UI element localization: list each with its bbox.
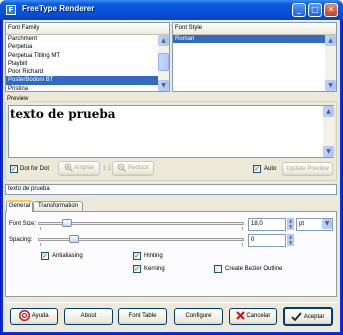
scroll-down-icon[interactable]: ▼	[158, 80, 169, 91]
app-icon: F	[6, 5, 16, 15]
auto-label: Auto	[264, 166, 277, 172]
antialiasing-checkbox[interactable]: ✓	[41, 252, 49, 260]
help-icon	[19, 309, 31, 321]
spacing-label: Spacing:	[9, 237, 33, 243]
hinting-label: Hinting	[144, 253, 163, 259]
scroll-down-icon[interactable]: ▼	[323, 146, 334, 157]
slider-tick	[40, 243, 41, 246]
dot-for-dot-checkbox[interactable]: ✓	[10, 165, 18, 173]
font-style-scrollbar[interactable]: ▲ ▼	[325, 35, 336, 91]
spacing-slider-thumb[interactable]	[69, 235, 80, 243]
tab-transformation[interactable]: Transformation	[33, 201, 83, 211]
accept-button[interactable]: Aceptar	[283, 307, 333, 326]
zoom-out-label: Reducir	[127, 165, 149, 171]
font-size-slider-thumb[interactable]	[61, 219, 72, 227]
font-family-items: Parchment Perpetua Perpetua Titling MT Play…	[6, 35, 169, 91]
zoom-in-button[interactable]: Ampliar	[58, 161, 100, 176]
accept-icon	[291, 312, 303, 321]
font-style-list[interactable]: Font Style Roman	[172, 22, 337, 92]
font-size-label: Font Size:	[9, 221, 37, 227]
list-item[interactable]: Perpetua Titling MT	[6, 52, 169, 60]
zoom-out-button[interactable]: Reducir	[112, 161, 154, 176]
kerning-label: Kerning	[144, 266, 165, 272]
auto-checkbox[interactable]: ✓	[253, 165, 261, 173]
maximize-button[interactable]: □	[308, 3, 322, 17]
scroll-up-icon[interactable]: ▲	[323, 106, 334, 117]
spin-down-icon[interactable]: ▼	[287, 224, 294, 230]
list-item[interactable]: Roman	[173, 35, 336, 44]
list-item[interactable]: Poor Richard	[6, 68, 169, 76]
list-item[interactable]: Perpetua	[6, 43, 169, 51]
window-title: FreeType Renderer	[22, 4, 95, 13]
spacing-spinner[interactable]: ▲ ▼	[287, 234, 294, 246]
help-button[interactable]: Ayuda	[10, 308, 58, 325]
font-size-spinner[interactable]: ▲ ▼	[287, 218, 294, 230]
preview-canvas: texto de prueba	[8, 105, 334, 158]
cancel-label: Cancelar	[246, 313, 271, 319]
hinting-checkbox[interactable]: ✓	[133, 252, 141, 260]
slider-tick	[40, 227, 41, 230]
antialiasing-label: Antialiasing	[52, 253, 83, 259]
slider-tick	[242, 243, 243, 246]
bezier-label: Create Bezier Outline	[225, 266, 283, 272]
kerning-checkbox[interactable]: ✓	[133, 265, 141, 273]
scroll-up-icon[interactable]: ▲	[325, 35, 336, 46]
cancel-button[interactable]: Cancelar	[229, 308, 277, 325]
bezier-checkbox[interactable]	[214, 265, 222, 273]
chevron-down-icon[interactable]: ▼	[322, 219, 332, 229]
tab-general[interactable]: General	[6, 200, 33, 212]
spacing-input[interactable]: 0	[248, 234, 286, 247]
font-size-input[interactable]: 18,0	[248, 218, 286, 231]
list-item[interactable]: PosterBodoni BT	[6, 76, 169, 85]
list-item[interactable]: Playbill	[6, 60, 169, 68]
configure-button[interactable]: Configure	[174, 308, 223, 325]
zoom-in-label: Ampliar	[74, 165, 95, 171]
accept-label: Aceptar	[303, 314, 325, 320]
scroll-thumb[interactable]	[158, 53, 169, 71]
dot-for-dot-label: Dot for Dot	[20, 166, 50, 172]
list-item[interactable]: Pristina	[6, 85, 169, 91]
font-family-scrollbar[interactable]: ▲ ▼	[158, 35, 169, 91]
sample-text-input[interactable]: texto de prueba	[5, 184, 337, 195]
slider-tick	[242, 227, 243, 230]
minimize-button[interactable]: _	[292, 3, 306, 17]
font-style-items: Roman	[173, 35, 336, 44]
font-family-list[interactable]: Font Family Parchment Perpetua Perpetua Ti…	[5, 22, 170, 92]
separator	[5, 302, 337, 303]
font-style-header[interactable]: Font Style	[173, 23, 336, 35]
font-family-header[interactable]: Font Family	[6, 23, 169, 35]
close-button[interactable]: ✕	[324, 3, 338, 17]
zoom-out-icon	[117, 163, 127, 172]
list-item[interactable]: Parchment	[6, 35, 169, 43]
title-bar[interactable]: F FreeType Renderer _ □ ✕	[0, 0, 343, 20]
font-table-button[interactable]: Font Table	[118, 308, 167, 325]
scroll-down-icon[interactable]: ▼	[325, 80, 336, 91]
about-button[interactable]: About	[64, 308, 113, 325]
update-preview-button[interactable]: Update Preview	[282, 162, 333, 176]
scroll-up-icon[interactable]: ▲	[158, 35, 169, 46]
preview-text: texto de prueba	[10, 107, 116, 121]
cancel-icon	[235, 311, 245, 320]
preview-label: Preview	[6, 96, 30, 102]
ratio-label: 1:1	[103, 166, 112, 172]
spin-down-icon[interactable]: ▼	[287, 240, 294, 246]
zoom-in-icon	[64, 163, 73, 172]
unit-value: pt	[299, 221, 305, 227]
preview-scrollbar[interactable]: ▲ ▼	[323, 106, 334, 157]
help-label: Ayuda	[31, 313, 49, 319]
